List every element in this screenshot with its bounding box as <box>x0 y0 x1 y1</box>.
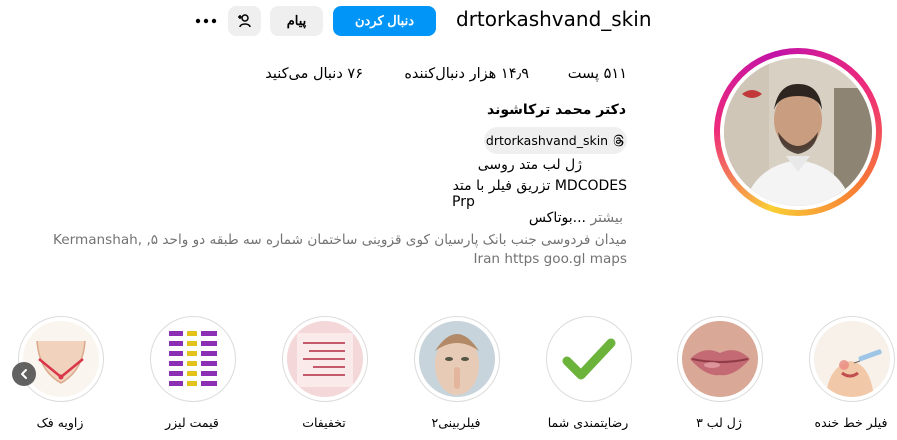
highlight-label: فیلربینی۲ <box>431 415 481 430</box>
highlights-scroll-left-button[interactable] <box>12 362 36 386</box>
profile-avatar[interactable] <box>714 48 882 216</box>
profile-full-name: دکتر محمد ترکاشوند <box>487 102 626 118</box>
more-options-icon[interactable] <box>193 6 219 36</box>
add-user-icon <box>237 14 251 28</box>
filler-syringe-icon <box>814 321 890 397</box>
profile-username: drtorkashvand_skin <box>456 7 652 31</box>
jawline-icon <box>23 321 99 397</box>
follow-button[interactable]: دنبال کردن <box>333 6 436 36</box>
highlight-label: ژل لب ۳ <box>696 415 742 430</box>
highlight-label: رضایتمندی شما <box>547 415 629 430</box>
discount-card-icon <box>287 321 363 397</box>
highlight-item[interactable] <box>18 316 104 402</box>
posts-count: ۵۱۱ پست <box>567 66 627 82</box>
highlight-label: قیمت لیزر <box>165 415 219 430</box>
highlight-item[interactable] <box>809 316 895 402</box>
highlight-item[interactable] <box>677 316 763 402</box>
profile-stats: ۵۱۱ پست ۱۴٫۹ هزار دنبال‌کننده ۷۶ دنبال م… <box>236 66 627 84</box>
highlight-item[interactable] <box>282 316 368 402</box>
message-button[interactable]: پیام <box>270 6 323 36</box>
suggest-user-button[interactable] <box>228 6 261 36</box>
threads-handle: drtorkashvand_skin <box>485 133 609 148</box>
highlight-label: زاویه فک <box>36 415 84 430</box>
threads-link[interactable]: drtorkashvand_skin <box>484 127 627 154</box>
threads-icon <box>613 134 624 147</box>
check-mark-icon <box>551 321 627 397</box>
bio-line: Prp <box>452 194 475 210</box>
highlight-label: فیلر خط خنده <box>814 415 888 430</box>
followers-count[interactable]: ۱۴٫۹ هزار دنبال‌کننده <box>404 66 529 82</box>
bio-line: بیشتر ...بوتاکس <box>529 210 623 226</box>
highlight-item[interactable] <box>414 316 500 402</box>
highlight-label: تخفیفات <box>302 415 346 430</box>
highlight-item[interactable] <box>546 316 632 402</box>
bio-more-link[interactable]: بیشتر <box>590 210 623 226</box>
lips-photo <box>682 321 758 397</box>
bio-address: میدان فردوسی جنب بانک پارسیان کوی قزوینی… <box>53 232 627 267</box>
following-count[interactable]: ۷۶ دنبال می‌کنید <box>265 66 363 82</box>
face-photo <box>419 321 495 397</box>
bio-line-text: ...بوتاکس <box>528 210 586 226</box>
avatar-photo <box>724 58 872 206</box>
highlight-item[interactable] <box>150 316 236 402</box>
chevron-left-icon <box>21 369 27 379</box>
bio-line: ژل لب متد روسی <box>477 157 582 173</box>
bio-line: MDCODES تزریق فیلر با متد <box>452 178 627 194</box>
price-list-icon <box>155 321 231 397</box>
